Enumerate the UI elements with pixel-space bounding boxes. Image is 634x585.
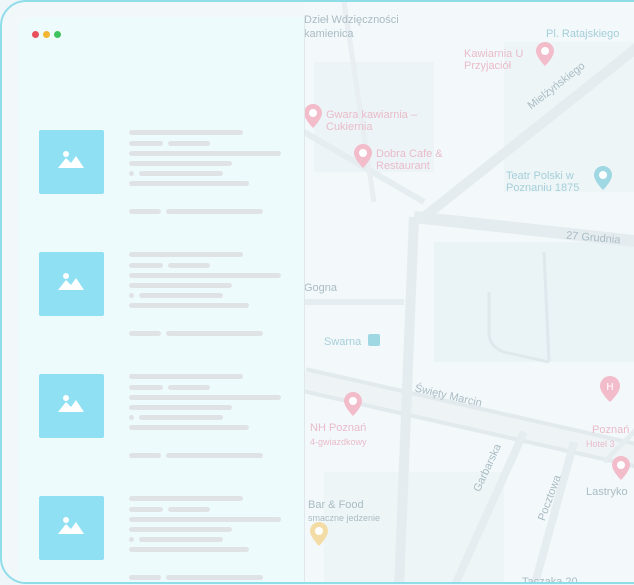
listing-thumbnail	[39, 374, 104, 438]
listing-text-line	[139, 415, 223, 420]
listing-text-line	[129, 507, 163, 512]
map-label-hotel-sub: Hotel 3	[586, 439, 615, 449]
listing-footer-line	[129, 209, 161, 214]
listing-text-line	[139, 293, 223, 298]
listing-text-line	[168, 507, 210, 512]
listing-text-line	[129, 405, 232, 410]
listing-title-line	[129, 252, 243, 257]
maximize-dot[interactable]	[54, 31, 61, 38]
map-pin-teatr[interactable]	[594, 166, 612, 190]
listing-text-line	[168, 141, 210, 146]
listing-bullet	[129, 171, 134, 176]
listing-text-line	[129, 303, 249, 308]
listing-text-line	[129, 141, 163, 146]
listing-text-line	[139, 171, 223, 176]
map-pin-hotel[interactable]: H	[600, 376, 620, 402]
map-label-lastryko: Lastryko	[586, 486, 628, 498]
map-pin-dobra[interactable]	[354, 144, 372, 168]
listing-text-line	[129, 385, 163, 390]
listing-card[interactable]	[39, 252, 299, 352]
listing-text-line	[129, 263, 163, 268]
listing-footer-line	[129, 453, 161, 458]
map-label-ratajskiego: Pl. Ratajskiego	[546, 28, 620, 40]
map-view[interactable]: Dzieł Wdzięczności kamienica Pl. Ratajsk…	[304, 2, 634, 584]
minimize-dot[interactable]	[43, 31, 50, 38]
map-label-hotel: Poznań	[592, 424, 630, 436]
image-icon	[58, 273, 84, 290]
listing-footer-line	[166, 331, 263, 336]
image-icon	[58, 151, 84, 168]
listing-text-line	[129, 283, 232, 288]
listing-text-line	[129, 161, 232, 166]
listing-text-line	[129, 527, 232, 532]
image-icon	[58, 395, 84, 412]
listing-text-line	[129, 395, 281, 400]
map-label-swarna: Swarna	[324, 336, 362, 348]
listing-bullet	[129, 415, 134, 420]
listing-footer-line	[166, 209, 263, 214]
listing-footer-line	[129, 331, 161, 336]
listing-text-line	[129, 547, 249, 552]
close-dot[interactable]	[32, 31, 39, 38]
map-label-bar: Bar & Food	[308, 499, 364, 511]
app-window: Dzieł Wdzięczności kamienica Pl. Ratajsk…	[0, 0, 634, 584]
listing-sidebar	[18, 17, 305, 582]
window-controls	[32, 31, 61, 38]
map-pin-swarna[interactable]	[368, 334, 380, 346]
image-icon	[58, 517, 84, 534]
map-label-kamienica: kamienica	[304, 28, 354, 40]
map-label-nh: NH Poznań	[310, 422, 367, 434]
map-roads	[304, 2, 634, 582]
listing-thumbnail	[39, 496, 104, 560]
map-pin-gwara[interactable]	[304, 104, 322, 128]
map-pin-nh[interactable]	[344, 392, 362, 416]
listing-footer-line	[166, 453, 263, 458]
map-label-tacinka: Taczaka 20	[522, 576, 578, 584]
map-pin-lastryko[interactable]	[612, 456, 630, 480]
map-pin-kawiarnia[interactable]	[536, 42, 554, 66]
map-label-gwara: Gwara kawiarnia – Cukiernia	[326, 109, 418, 133]
listing-title-line	[129, 130, 243, 135]
map-label-nh-sub: 4-gwiazdkowy	[310, 437, 367, 447]
svg-text:H: H	[606, 382, 614, 393]
listing-text-line	[129, 181, 249, 186]
listing-title-line	[129, 496, 243, 501]
listing-footer-line	[166, 575, 263, 580]
map-label-gogna: Gogna	[304, 282, 338, 294]
listing-thumbnail	[39, 252, 104, 316]
listing-bullet	[129, 293, 134, 298]
map-label-wodzieczowa: Dzieł Wdzięczności	[304, 14, 399, 26]
listing-text-line	[129, 273, 281, 278]
listing-title-line	[129, 374, 243, 379]
listing-card[interactable]	[39, 130, 299, 230]
listing-text-line	[139, 537, 223, 542]
listing-card[interactable]	[39, 496, 299, 582]
listing-bullet	[129, 537, 134, 542]
listing-footer-line	[129, 575, 161, 580]
map-label-teatr: Teatr Polski w Poznaniu 1875	[506, 170, 580, 194]
map-label-kawiarnia: Kawiarnia U Przyjaciół	[464, 48, 524, 72]
listing-text-line	[129, 151, 281, 156]
listing-text-line	[168, 263, 210, 268]
map-pin-bar[interactable]	[310, 522, 328, 546]
listing-text-line	[129, 517, 281, 522]
map-label-dobra: Dobra Cafe & Restaurant	[376, 148, 443, 172]
listing-text-line	[129, 425, 249, 430]
listing-text-line	[168, 385, 210, 390]
listing-thumbnail	[39, 130, 104, 194]
listing-card[interactable]	[39, 374, 299, 474]
